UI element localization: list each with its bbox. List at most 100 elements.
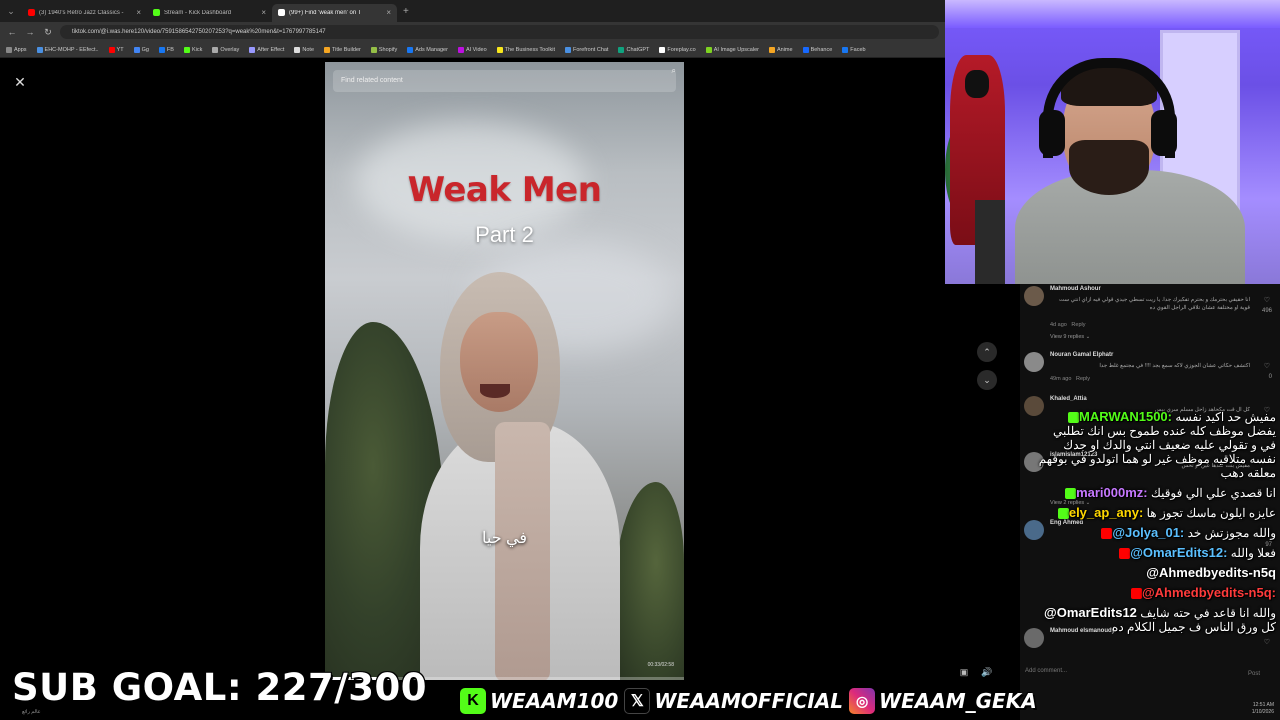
bookmark-favicon-icon bbox=[108, 46, 115, 53]
bookmark-label: After Effect bbox=[257, 46, 285, 53]
pip-icon[interactable]: ▣ bbox=[957, 667, 971, 681]
video-frame-person bbox=[420, 272, 620, 680]
browser-tab-bar: ⌄ (3) 1940's Retro Jazz Classics - × Str… bbox=[0, 0, 945, 22]
chat-text: فعلا والله bbox=[1230, 546, 1276, 560]
next-video-button[interactable]: ⌄ bbox=[977, 370, 997, 390]
bookmark-label: Gg bbox=[141, 46, 149, 53]
bookmark-item[interactable]: Behance bbox=[802, 46, 832, 53]
kick-icon bbox=[153, 9, 160, 16]
bookmark-favicon-icon bbox=[133, 46, 140, 53]
bookmark-item[interactable]: After Effect bbox=[249, 46, 285, 53]
bookmark-item[interactable]: ChatGPT bbox=[618, 46, 649, 53]
video-title-overlay: Weak Men bbox=[407, 170, 602, 210]
bookmark-item[interactable]: AI Image Upscaler bbox=[705, 46, 759, 53]
bookmark-favicon-icon bbox=[370, 46, 377, 53]
bookmark-item[interactable]: Shopify bbox=[370, 46, 398, 53]
avatar[interactable] bbox=[1024, 286, 1044, 306]
bookmark-favicon-icon bbox=[249, 46, 256, 53]
comment-username[interactable]: Nouran Gamal Elphatr bbox=[1050, 352, 1113, 358]
x-handle-text: WEAAMOFFICIAL bbox=[654, 689, 844, 713]
kick-badge-icon bbox=[1057, 508, 1069, 520]
bookmark-item[interactable]: Note bbox=[294, 46, 314, 53]
new-tab-button[interactable]: + bbox=[403, 6, 409, 17]
chat-text: والله انا قاعد في حته شايف كل ورق الناس … bbox=[1112, 606, 1276, 634]
video-caption: في حيا bbox=[481, 530, 528, 547]
bookmark-item[interactable]: Title Builder bbox=[324, 46, 361, 53]
forward-icon[interactable]: → bbox=[24, 27, 36, 37]
previous-video-button[interactable]: ⌃ bbox=[977, 342, 997, 362]
browser-tab[interactable]: Stream - Kick Dashboard × bbox=[147, 4, 272, 22]
close-icon[interactable]: ✕ bbox=[11, 73, 29, 91]
chat-username: @OmarEdits12 bbox=[1044, 605, 1137, 620]
bookmark-item[interactable]: Ads Manager bbox=[407, 46, 448, 53]
volume-icon[interactable]: 🔊 bbox=[980, 667, 994, 681]
video-frame-trees bbox=[614, 482, 684, 680]
bookmark-favicon-icon bbox=[324, 46, 331, 53]
comment-username[interactable]: Khaled_Attia bbox=[1050, 396, 1087, 402]
avatar[interactable] bbox=[1024, 352, 1044, 372]
tab-close-icon[interactable]: × bbox=[136, 8, 141, 17]
comment-text: اكتشف حكاتي عشان الجوزي لاكه سمع بجد !!!… bbox=[1099, 363, 1250, 369]
chat-text: عايزه ايلون ماسك تجوز ها bbox=[1146, 506, 1276, 520]
related-search-input[interactable]: Find related content bbox=[333, 70, 676, 92]
browser-tab-active[interactable]: (99+) Find 'weak men' on T × bbox=[272, 3, 397, 22]
bookmark-label: AI Video bbox=[465, 46, 487, 53]
back-icon[interactable]: ← bbox=[6, 27, 18, 37]
video-player[interactable]: Find related content ⌕ Weak Men Part 2 ف… bbox=[325, 62, 684, 680]
bookmark-favicon-icon bbox=[6, 46, 12, 53]
streamer-webcam bbox=[945, 0, 1280, 284]
taskbar-clock[interactable]: 12:51 AM 1/10/2026 bbox=[1180, 700, 1280, 720]
bookmark-item[interactable]: Overlay bbox=[212, 46, 240, 53]
tab-title: Stream - Kick Dashboard bbox=[164, 9, 232, 16]
search-icon[interactable]: ⌕ bbox=[672, 66, 676, 76]
reply-link[interactable]: Reply bbox=[1071, 322, 1085, 328]
bookmark-item[interactable]: FB bbox=[158, 46, 174, 53]
bookmark-label: Foreplay.co bbox=[667, 46, 696, 53]
kick-handle-text: WEAAM100 bbox=[490, 689, 619, 713]
tab-title: (3) 1940's Retro Jazz Classics - bbox=[39, 9, 124, 16]
bookmark-label: Shopify bbox=[378, 46, 398, 53]
bookmark-item[interactable]: AI Video bbox=[457, 46, 487, 53]
bookmark-item[interactable]: Forefront Chat bbox=[565, 46, 608, 53]
reply-link[interactable]: Reply bbox=[1076, 376, 1090, 382]
add-comment-input[interactable]: Add comment... bbox=[1025, 668, 1225, 674]
chat-text: انا قصدي علي الي فوقيك bbox=[1150, 486, 1276, 500]
kick-badge-icon bbox=[1065, 488, 1077, 500]
bookmark-item[interactable]: Gg bbox=[133, 46, 149, 53]
chat-text: والله مجوزتش خد bbox=[1187, 526, 1276, 540]
heart-icon[interactable]: ♡ bbox=[1264, 296, 1270, 304]
bookmark-item[interactable]: Kick bbox=[183, 46, 202, 53]
bookmark-favicon-icon bbox=[407, 46, 414, 53]
url-field[interactable]: tiktok.com/@i.was.here120/video/75915865… bbox=[60, 25, 939, 39]
chat-message: @Ahmedbyedits-n5q bbox=[1036, 566, 1276, 580]
heart-icon[interactable]: ♡ bbox=[1264, 362, 1270, 370]
bookmark-item[interactable]: Foreplay.co bbox=[659, 46, 696, 53]
bookmark-item[interactable]: Faceb bbox=[842, 46, 866, 53]
bookmark-item[interactable]: Apps bbox=[6, 46, 27, 53]
bookmark-label: Overlay bbox=[220, 46, 240, 53]
chat-message: mari000mz: انا قصدي علي الي فوقيك bbox=[1036, 486, 1276, 500]
instagram-handle-text: WEAAM_GEKA bbox=[879, 689, 1037, 713]
chat-message: @OmarEdits12: فعلا والله bbox=[1036, 546, 1276, 560]
post-button[interactable]: Post bbox=[1248, 671, 1260, 677]
bookmark-favicon-icon bbox=[36, 46, 43, 53]
bookmark-item[interactable]: EHC-MOHP - EEfect.. bbox=[36, 46, 99, 53]
bookmark-favicon-icon bbox=[212, 46, 219, 53]
bookmark-label: EHC-MOHP - EEfect.. bbox=[44, 46, 99, 53]
bookmark-item[interactable]: The Business Toolkit bbox=[496, 46, 555, 53]
tab-close-icon[interactable]: × bbox=[386, 8, 391, 17]
bookmark-favicon-icon bbox=[294, 46, 301, 53]
chat-username: @Ahmedbyedits-n5q: bbox=[1141, 585, 1276, 600]
reload-icon[interactable]: ↻ bbox=[42, 27, 54, 38]
kick-icon: K bbox=[460, 688, 486, 714]
view-replies-link[interactable]: View 9 replies ⌄ bbox=[1050, 334, 1090, 340]
bookmark-item[interactable]: Anime bbox=[768, 46, 793, 53]
social-handles-bar: K WEAAM100 𝕏 WEAAMOFFICIAL ◎ WEAAM_GEKA bbox=[460, 686, 1037, 716]
tab-close-icon[interactable]: × bbox=[261, 8, 266, 17]
tab-search-icon[interactable]: ⌄ bbox=[0, 0, 22, 22]
bookmark-item[interactable]: YT bbox=[108, 46, 124, 53]
taskbar-weather[interactable]: عالم رائع bbox=[0, 703, 60, 720]
browser-tab[interactable]: (3) 1940's Retro Jazz Classics - × bbox=[22, 4, 147, 22]
comment-age: 4d ago Reply bbox=[1050, 322, 1086, 328]
comment-username[interactable]: Mahmoud Ashour bbox=[1050, 286, 1101, 292]
